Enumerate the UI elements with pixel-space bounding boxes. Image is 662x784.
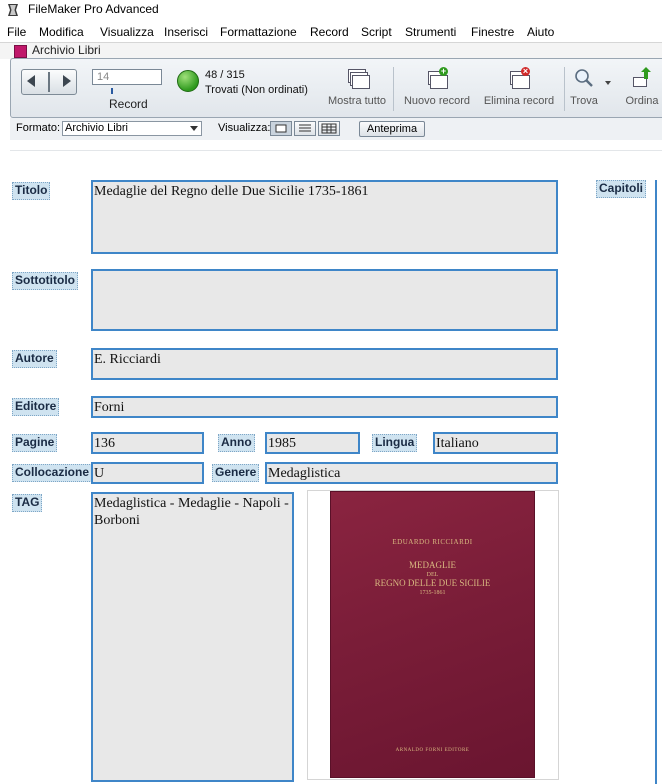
header-divider: [10, 150, 662, 151]
record-slider[interactable]: [111, 88, 113, 94]
current-record-input[interactable]: 14: [92, 69, 162, 85]
field-sottotitolo[interactable]: [91, 269, 558, 331]
label-titolo: Titolo: [12, 182, 51, 200]
cover-title-line: 1735-1861: [419, 590, 446, 596]
find-button[interactable]: Trova: [567, 67, 601, 107]
show-all-icon: [346, 67, 370, 89]
sort-label: Ordina: [625, 95, 659, 107]
menu-aiuto[interactable]: Aiuto: [527, 25, 554, 39]
layout-bar: Formato: Archivio Libri Visualizza: Ante…: [10, 118, 662, 141]
form-view-icon: [275, 124, 287, 133]
cover-title-line: REGNO DELLE DUE SICILIE: [374, 578, 491, 588]
found-count: 48 / 315: [205, 69, 245, 81]
label-autore: Autore: [12, 350, 57, 368]
menu-bar: File Modifica Visualizza Inserisci Forma…: [0, 22, 662, 42]
menu-formattazione[interactable]: Formattazione: [220, 25, 297, 39]
view-as-list-button[interactable]: [294, 121, 316, 136]
book-cover-image: EDUARDO RICCIARDI MEDAGLIE DEL REGNO DEL…: [331, 492, 534, 777]
label-sottotitolo: Sottotitolo: [12, 272, 78, 290]
label-genere: Genere: [212, 464, 260, 482]
toolbar-separator: [393, 67, 394, 111]
label-capitoli: Capitoli: [596, 180, 646, 198]
document-title: Archivio Libri: [32, 43, 101, 57]
found-set-pie-icon[interactable]: [177, 70, 199, 92]
field-titolo[interactable]: Medaglie del Regno delle Due Sicilie 173…: [91, 180, 558, 254]
new-record-icon: +: [426, 67, 448, 89]
menu-inserisci[interactable]: Inserisci: [164, 25, 208, 39]
preview-button[interactable]: Anteprima: [359, 121, 425, 137]
find-label: Trova: [570, 95, 598, 107]
show-all-button[interactable]: Mostra tutto: [319, 67, 395, 107]
record-label: Record: [109, 97, 148, 111]
previous-record-icon[interactable]: [27, 75, 35, 87]
view-as-label: Visualizza:: [218, 122, 271, 134]
menu-visualizza[interactable]: Visualizza: [100, 25, 154, 39]
database-file-icon: [14, 45, 27, 58]
field-anno[interactable]: 1985: [265, 432, 360, 454]
label-tag: TAG: [12, 494, 43, 512]
document-window-caption: Archivio Libri: [0, 42, 662, 59]
label-anno: Anno: [218, 434, 255, 452]
cover-title-line: MEDAGLIE: [409, 560, 456, 570]
view-as-table-button[interactable]: [318, 121, 340, 136]
layout-label: Formato:: [16, 122, 61, 134]
menu-modifica[interactable]: Modifica: [39, 25, 84, 39]
field-editore[interactable]: Forni: [91, 396, 558, 418]
label-lingua: Lingua: [372, 434, 418, 452]
layout-select-value: Archivio Libri: [65, 122, 128, 134]
view-as-form-button[interactable]: [270, 121, 292, 136]
show-all-label: Mostra tutto: [327, 95, 387, 107]
field-genere[interactable]: Medaglistica: [265, 462, 558, 484]
label-collocazione: Collocazione: [12, 464, 93, 482]
status-toolbar: 14 Record 48 / 315 Trovati (Non ordinati…: [10, 58, 662, 118]
field-capitoli[interactable]: [655, 180, 662, 784]
menu-file[interactable]: File: [7, 25, 26, 39]
title-bar: FileMaker Pro Advanced: [0, 0, 662, 22]
delete-record-icon: ×: [508, 67, 530, 89]
field-lingua[interactable]: Italiano: [433, 432, 558, 454]
find-dropdown-chevron-icon[interactable]: [605, 81, 611, 85]
chevron-down-icon: [190, 126, 198, 131]
label-pagine: Pagine: [12, 434, 58, 452]
new-record-label: Nuovo record: [403, 95, 471, 107]
toolbar-separator: [564, 67, 565, 111]
menu-finestre[interactable]: Finestre: [471, 25, 514, 39]
field-collocazione[interactable]: U: [91, 462, 204, 484]
delete-record-label: Elimina record: [483, 95, 555, 107]
field-autore[interactable]: E. Ricciardi: [91, 348, 558, 380]
menu-strumenti[interactable]: Strumenti: [405, 25, 456, 39]
label-editore: Editore: [12, 398, 60, 416]
record-book-navigator[interactable]: [21, 69, 77, 95]
new-record-button[interactable]: + Nuovo record: [399, 67, 475, 108]
menu-record[interactable]: Record: [310, 25, 349, 39]
sort-icon: [631, 67, 653, 89]
app-title: FileMaker Pro Advanced: [28, 2, 159, 16]
sort-button[interactable]: Ordina: [619, 67, 662, 107]
layout-select[interactable]: Archivio Libri: [62, 121, 202, 136]
book-spine-icon: [48, 72, 50, 92]
field-tag[interactable]: Medaglistica - Medaglie - Napoli - Borbo…: [91, 492, 294, 782]
cover-author: EDUARDO RICCIARDI: [392, 538, 473, 546]
list-view-icon: [299, 124, 311, 132]
delete-record-button[interactable]: × Elimina record: [479, 67, 559, 108]
magnifier-icon: [573, 67, 595, 89]
found-status: Trovati (Non ordinati): [205, 84, 308, 96]
next-record-icon[interactable]: [63, 75, 71, 87]
cover-publisher: ARNALDO FORNI EDITORE: [395, 748, 470, 753]
table-view-icon: [321, 123, 337, 134]
field-pagine[interactable]: 136: [91, 432, 204, 454]
menu-script[interactable]: Script: [361, 25, 392, 39]
filemaker-logo-icon: [8, 4, 18, 16]
